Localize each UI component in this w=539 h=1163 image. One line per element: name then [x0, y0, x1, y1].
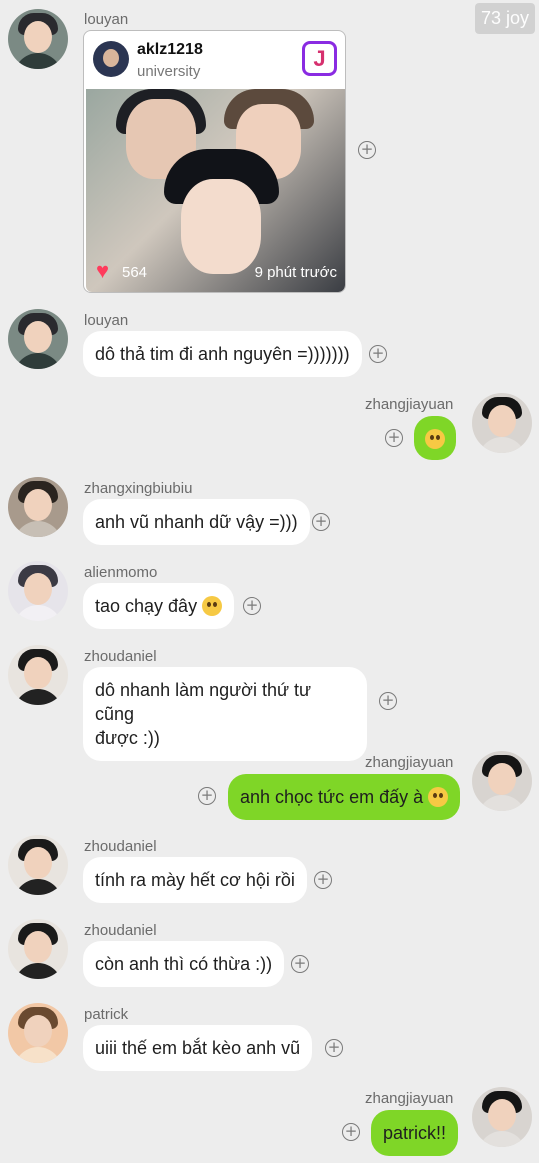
message-bubble[interactable]: anh vũ nhanh dữ vậy =))) — [83, 499, 310, 545]
avatar[interactable] — [8, 645, 68, 705]
add-reaction-button[interactable]: + — [385, 429, 403, 447]
sender-name: zhoudaniel — [84, 922, 157, 939]
post-username: aklz1218 — [137, 41, 203, 58]
avatar[interactable] — [8, 1003, 68, 1063]
add-reaction-button[interactable]: + — [243, 597, 261, 615]
message-bubble[interactable]: tính ra mày hết cơ hội rồi — [83, 857, 307, 903]
sender-name: louyan — [84, 312, 129, 329]
add-reaction-button[interactable]: + — [314, 871, 332, 889]
smile-emoji-icon — [428, 787, 449, 807]
sender-name: zhoudaniel — [84, 648, 157, 665]
shared-post-card[interactable]: aklz1218 university J ♥ 564 9 phút trước — [83, 30, 346, 293]
post-time: 9 phút trước — [254, 264, 337, 281]
sender-name: zhoudaniel — [84, 838, 157, 855]
sender-name: patrick — [84, 1006, 129, 1023]
message-text: uiii thế em bắt kèo anh vũ — [95, 1038, 301, 1058]
message-text: anh chọc tức em đấy à — [240, 787, 424, 807]
message-text: anh vũ nhanh dữ vậy =))) — [95, 512, 298, 532]
post-photo: ♥ 564 9 phút trước — [86, 89, 345, 292]
message-text-line2: được :)) — [95, 728, 160, 748]
add-reaction-button[interactable]: + — [342, 1123, 360, 1141]
sender-name: zhangjiayuan — [365, 396, 454, 413]
add-reaction-button[interactable]: + — [198, 787, 216, 805]
avatar[interactable] — [8, 919, 68, 979]
sender-name: louyan — [84, 11, 129, 28]
avatar[interactable] — [8, 477, 68, 537]
post-subtitle: university — [137, 63, 201, 80]
watermark: 73 joy — [474, 3, 535, 34]
avatar[interactable] — [472, 1087, 532, 1147]
avatar[interactable] — [8, 561, 68, 621]
post-avatar — [93, 41, 129, 77]
avatar[interactable] — [472, 393, 532, 453]
message-bubble[interactable]: patrick!! — [371, 1110, 459, 1156]
add-reaction-button[interactable]: + — [358, 141, 376, 159]
avatar[interactable] — [8, 835, 68, 895]
avatar[interactable] — [8, 309, 68, 369]
like-count: 564 — [122, 264, 148, 281]
message-text: tính ra mày hết cơ hội rồi — [95, 870, 295, 890]
sender-name: zhangxingbiubiu — [84, 480, 193, 497]
sneezing-emoji-icon — [202, 596, 223, 616]
eye-roll-emoji-icon — [425, 429, 445, 449]
message-text: dô nhanh làm người thứ tư cũng — [95, 680, 312, 724]
message-bubble[interactable]: tao chạy đây — [83, 583, 235, 629]
message-bubble[interactable]: dô nhanh làm người thứ tư cũng được :)) — [83, 667, 367, 761]
add-reaction-button[interactable]: + — [291, 955, 309, 973]
message-text: còn anh thì có thừa :)) — [95, 954, 273, 974]
message-bubble[interactable]: anh chọc tức em đấy à — [228, 774, 461, 820]
message-bubble[interactable]: còn anh thì có thừa :)) — [83, 941, 285, 987]
heart-icon: ♥ — [96, 258, 110, 283]
message-bubble[interactable]: dô thả tim đi anh nguyên =))))))) — [83, 331, 362, 377]
message-text: tao chạy đây — [95, 596, 198, 616]
avatar[interactable] — [472, 751, 532, 811]
add-reaction-button[interactable]: + — [325, 1039, 343, 1057]
add-reaction-button[interactable]: + — [379, 692, 397, 710]
sender-name: zhangjiayuan — [365, 1090, 454, 1107]
add-reaction-button[interactable]: + — [369, 345, 387, 363]
message-bubble[interactable]: uiii thế em bắt kèo anh vũ — [83, 1025, 313, 1071]
sender-name: alienmomo — [84, 564, 158, 581]
sender-name: zhangjiayuan — [365, 754, 454, 771]
message-text: dô thả tim đi anh nguyên =))))))) — [95, 344, 350, 364]
app-logo-icon: J — [302, 41, 337, 76]
message-text: patrick!! — [383, 1123, 447, 1143]
message-bubble[interactable] — [414, 416, 456, 460]
avatar[interactable] — [8, 9, 68, 69]
add-reaction-button[interactable]: + — [312, 513, 330, 531]
